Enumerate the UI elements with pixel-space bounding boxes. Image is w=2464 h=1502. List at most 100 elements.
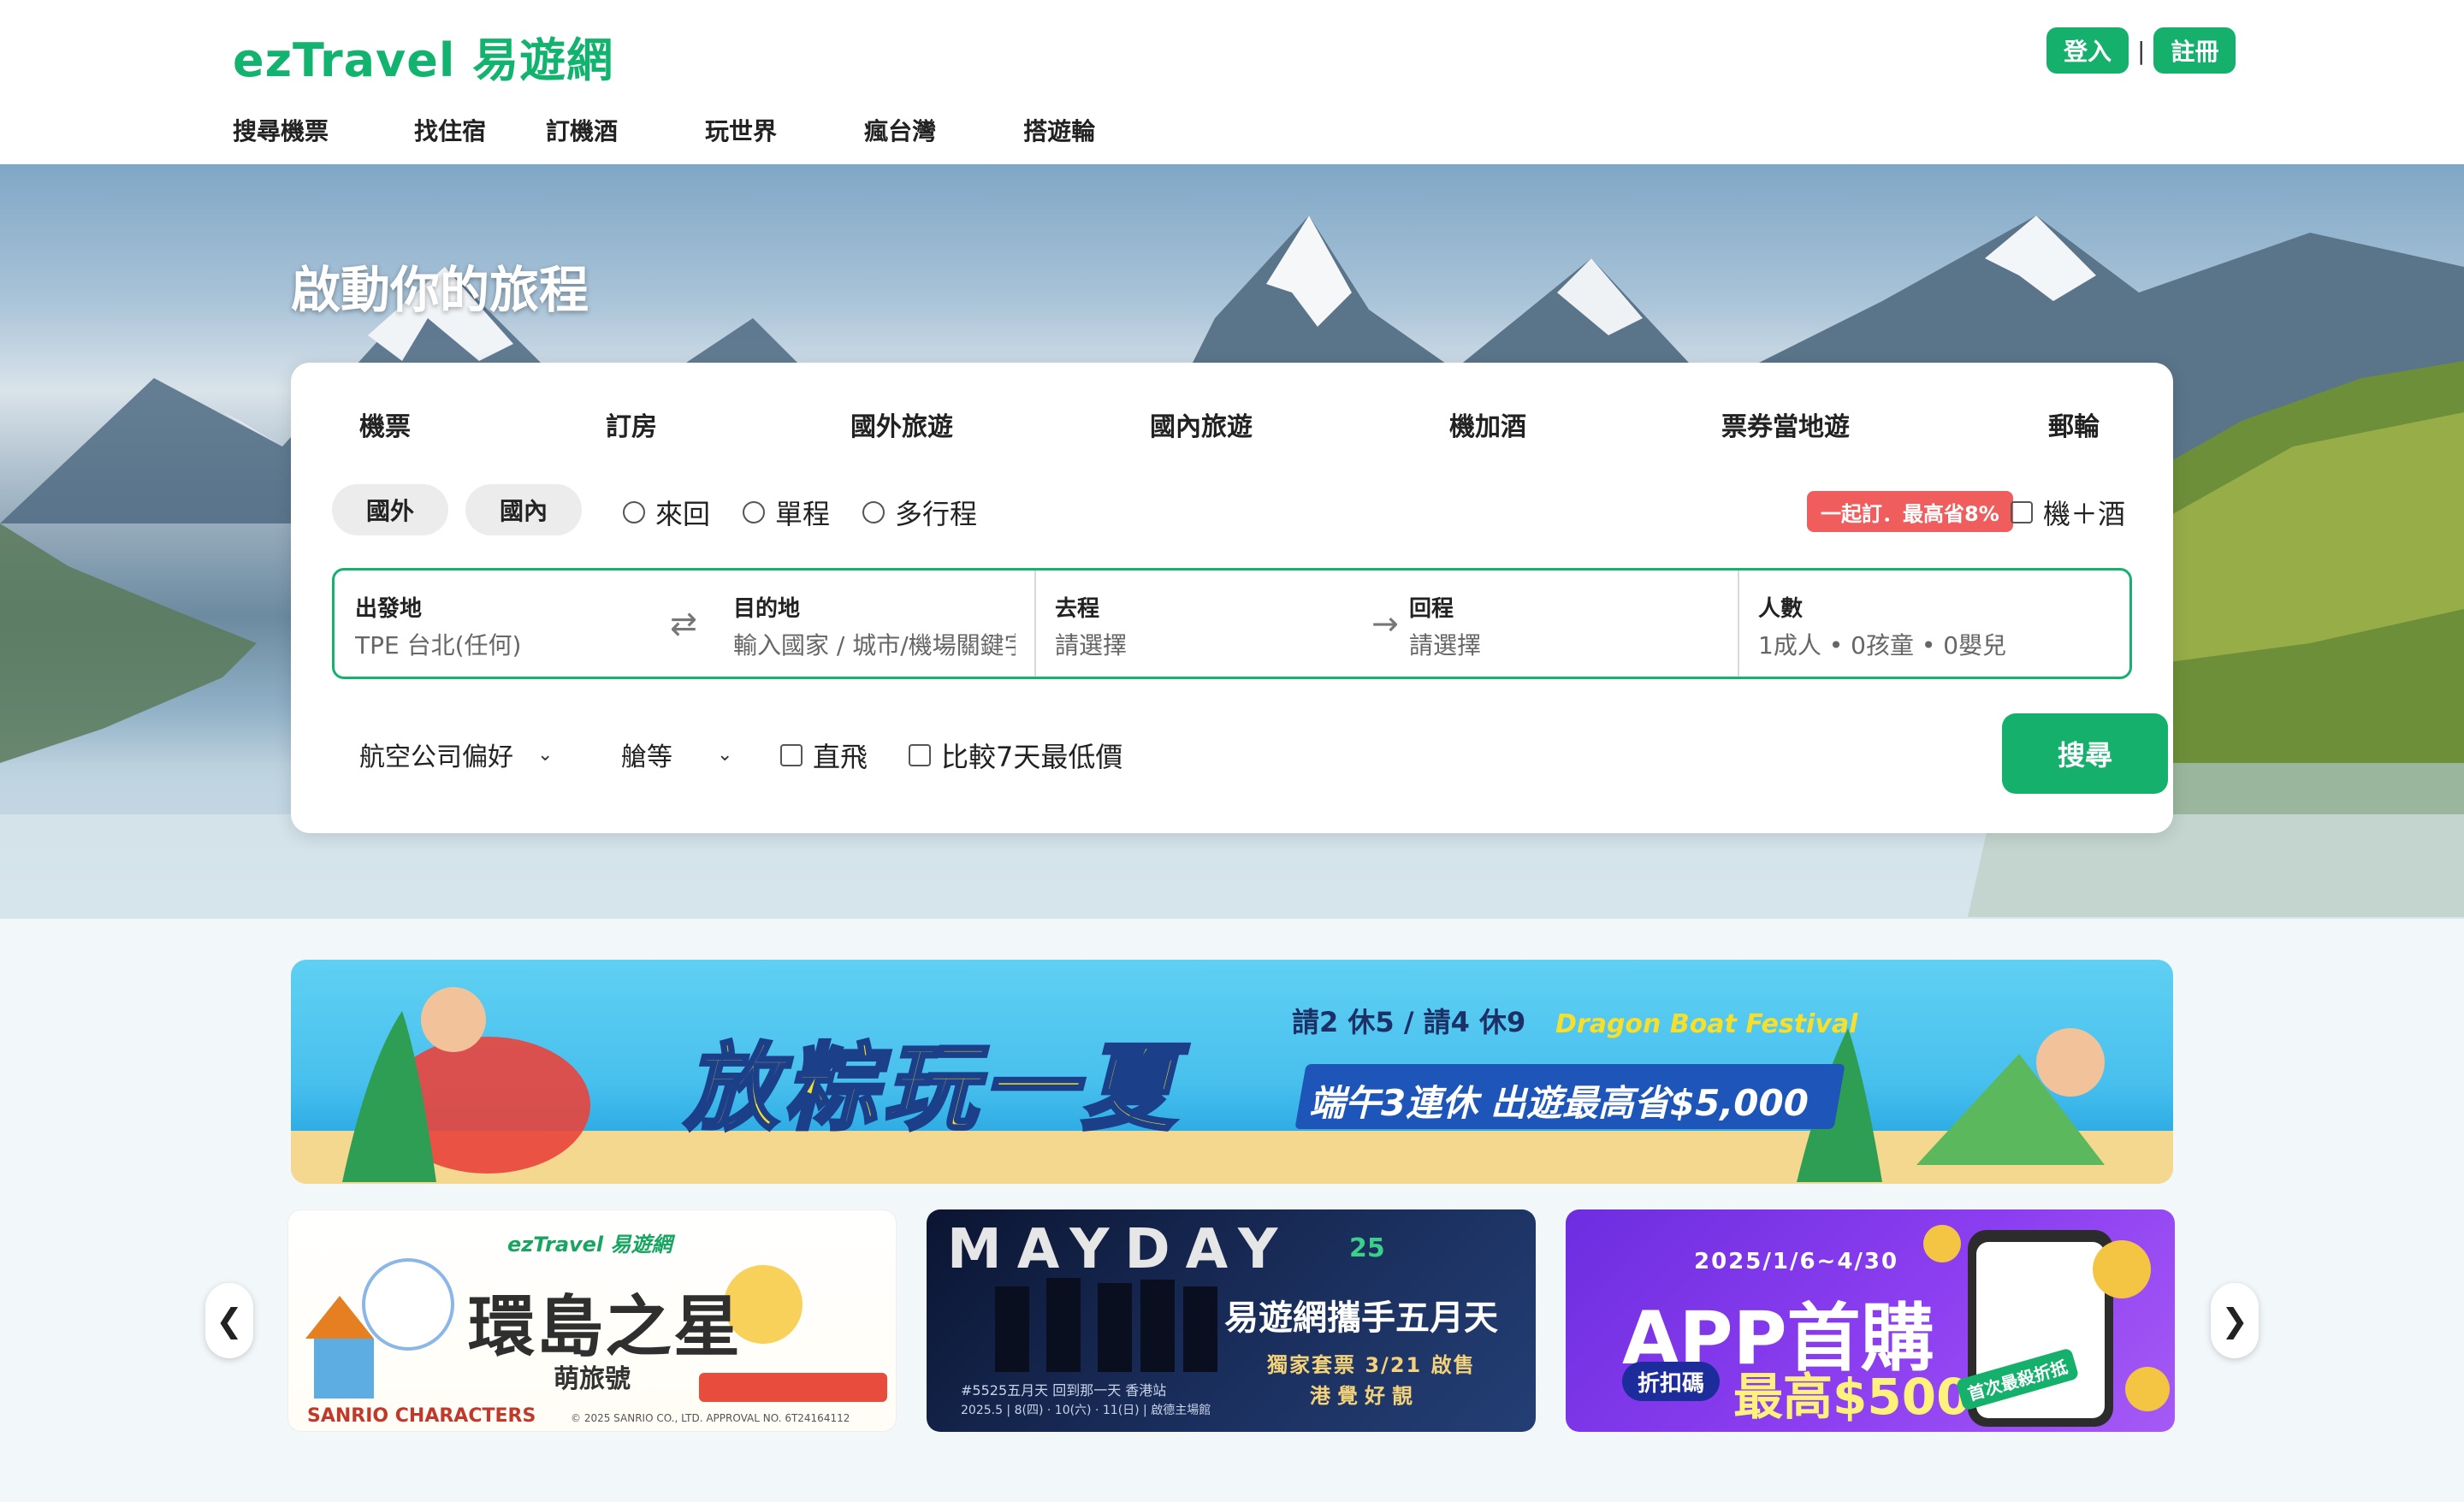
auth-actions: 登入 | 註冊 xyxy=(2046,27,2236,74)
login-button[interactable]: 登入 xyxy=(2046,27,2129,74)
checkbox-icon xyxy=(2011,501,2033,523)
chevron-down-icon: ⌄ xyxy=(537,743,554,766)
card1-title: 環島之星 xyxy=(468,1289,743,1366)
destination-placeholder: 輸入國家 / 城市/機場關鍵字 xyxy=(733,631,1016,659)
checkbox-icon xyxy=(780,744,803,766)
passengers-value: 1成人 • 0孩童 • 0嬰兒 xyxy=(1758,631,2007,659)
tab-flights[interactable]: 機票 xyxy=(359,405,411,443)
promo-card-app-first-purchase[interactable]: 2025/1/6~4/30 APP首購 折扣碼 最高$500 首次最殺折抵 xyxy=(1566,1209,2175,1432)
card1-subtitle: 萌旅號 xyxy=(554,1364,631,1394)
hero-title: 啟動你的旅程 xyxy=(291,261,589,319)
search-fields: 出發地 TPE 台北(任何) ⇄ 目的地 輸入國家 / 城市/機場關鍵字 去程 … xyxy=(332,568,2132,679)
carousel-next-button[interactable]: ❯ xyxy=(2211,1283,2259,1358)
compare-7-days-label: 比較7天最低價 xyxy=(941,741,1123,773)
return-date-field[interactable]: 回程 請選擇 xyxy=(1409,571,1700,677)
auth-separator: | xyxy=(2137,36,2146,65)
depart-value: 請選擇 xyxy=(1055,631,1128,659)
banner-strip-text: 端午3連休 出遊最高省$5,000 xyxy=(1309,1082,1809,1124)
chevron-down-icon: ⌄ xyxy=(717,743,733,766)
field-divider xyxy=(1738,571,1739,677)
compare-7-days-checkbox[interactable]: 比較7天最低價 xyxy=(909,736,1122,775)
tab-hotels[interactable]: 訂房 xyxy=(606,405,657,443)
card1-sanrio: SANRIO CHARACTERS xyxy=(307,1405,536,1427)
checkbox-icon xyxy=(909,744,931,766)
register-button[interactable]: 註冊 xyxy=(2153,27,2236,74)
nav-world[interactable]: 玩世界 xyxy=(705,113,777,147)
origin-value: TPE 台北(任何) xyxy=(355,631,522,659)
trip-type-roundtrip[interactable]: 來回 xyxy=(623,493,710,532)
nav-cruise[interactable]: 搭遊輪 xyxy=(1023,113,1095,147)
cabin-class-dropdown[interactable]: 艙等 ⌄ xyxy=(621,736,732,773)
airline-preference-label: 航空公司偏好 xyxy=(359,742,513,772)
depart-date-field[interactable]: 去程 請選擇 xyxy=(1055,571,1346,677)
return-label: 回程 xyxy=(1409,596,1454,622)
nonstop-checkbox[interactable]: 直飛 xyxy=(780,736,868,775)
main-nav: 搜尋機票 找住宿 訂機酒 玩世界 瘋台灣 搭遊輪 xyxy=(233,113,1095,147)
origin-field[interactable]: 出發地 TPE 台北(任何) xyxy=(355,571,663,677)
trip-options-row: 國外 國內 來回 單程 多行程 一起訂．最高省8% 機＋酒 xyxy=(332,484,2137,535)
airline-preference-dropdown[interactable]: 航空公司偏好 ⌄ xyxy=(359,736,553,773)
card2-anniversary: 25 xyxy=(1349,1233,1385,1263)
card1-brand: ezTravel 易遊網 xyxy=(507,1233,672,1257)
tab-cruise[interactable]: 郵輪 xyxy=(2048,405,2100,443)
carousel-prev-button[interactable]: ❮ xyxy=(205,1283,253,1358)
search-card: 機票 訂房 國外旅遊 國內旅遊 機加酒 票券當地遊 郵輪 國外 國內 來回 單程… xyxy=(291,363,2173,833)
radio-icon xyxy=(862,501,885,523)
nav-taiwan[interactable]: 瘋台灣 xyxy=(864,113,936,147)
site-logo[interactable]: ezTravel 易遊網 xyxy=(233,22,613,90)
nav-hotels[interactable]: 找住宿 xyxy=(414,113,486,147)
passengers-field[interactable]: 人數 1成人 • 0孩童 • 0嬰兒 xyxy=(1758,571,2118,677)
region-pill-overseas[interactable]: 國外 xyxy=(332,484,448,535)
card3-code-badge: 折扣碼 xyxy=(1622,1362,1721,1401)
radio-icon xyxy=(623,501,645,523)
destination-field[interactable]: 目的地 輸入國家 / 城市/機場關鍵字 xyxy=(733,571,1024,677)
card2-mayday: MAYDAY xyxy=(947,1218,1294,1281)
tab-flight-hotel[interactable]: 機加酒 xyxy=(1449,405,1526,443)
nav-flights[interactable]: 搜尋機票 xyxy=(233,113,329,147)
dragon-boat-banner[interactable]: 放粽玩一夏 請2 休5 / 請4 休9 Dragon Boat Festival… xyxy=(291,960,2173,1184)
nav-flight-hotel[interactable]: 訂機酒 xyxy=(546,113,618,147)
origin-label: 出發地 xyxy=(355,596,423,622)
swap-icon[interactable]: ⇄ xyxy=(670,605,697,642)
tab-overseas-tours[interactable]: 國外旅遊 xyxy=(850,405,953,443)
tab-domestic-tours[interactable]: 國內旅遊 xyxy=(1150,405,1253,443)
hero-section: 啟動你的旅程 機票 訂房 國外旅遊 國內旅遊 機加酒 票券當地遊 郵輪 國外 國… xyxy=(0,164,2464,919)
trip-type-label: 單程 xyxy=(775,498,831,530)
site-header: ezTravel 易遊網 登入 | 註冊 搜尋機票 找住宿 訂機酒 玩世界 瘋台… xyxy=(0,0,2464,164)
banner-festival: Dragon Boat Festival xyxy=(1555,1009,1858,1039)
card2-title: 易遊網攜手五月天 xyxy=(1224,1298,1498,1338)
filter-row: 航空公司偏好 ⌄ 艙等 ⌄ 直飛 比較7天最低價 搜尋 xyxy=(332,713,2168,795)
banner-title: 放粽玩一夏 xyxy=(683,1032,1181,1144)
beach-illustration xyxy=(291,987,2173,1184)
card3-max: 最高$500 xyxy=(1733,1368,1971,1426)
card1-copyright: © 2025 SANRIO CO., LTD. APPROVAL NO. 6T2… xyxy=(571,1412,850,1424)
passengers-label: 人數 xyxy=(1758,596,1804,622)
card2-sub1: 獨家套票 3/21 啟售 xyxy=(1267,1353,1476,1377)
depart-label: 去程 xyxy=(1055,596,1100,622)
card2-sub2: 港覺好靚 xyxy=(1310,1384,1419,1408)
card2-foot2: 2025.5 | 8(四) · 10(六) · 11(日) | 啟德主場館 xyxy=(961,1404,1211,1417)
card2-foot1: #5525五月天 回到那一天 香港站 xyxy=(961,1382,1167,1399)
trip-type-multicity[interactable]: 多行程 xyxy=(862,493,977,532)
flight-hotel-checkbox[interactable]: 機＋酒 xyxy=(2011,493,2125,532)
trip-type-label: 多行程 xyxy=(895,498,978,530)
promo-card-mayday[interactable]: MAYDAY 25 易遊網攜手五月天 獨家套票 3/21 啟售 港覺好靚 #55… xyxy=(927,1209,1536,1432)
product-tabs: 機票 訂房 國外旅遊 國內旅遊 機加酒 票券當地遊 郵輪 xyxy=(291,405,2173,448)
region-pill-domestic[interactable]: 國內 xyxy=(465,484,582,535)
banner-holiday-line: 請2 休5 / 請4 休9 xyxy=(1292,1006,1526,1038)
radio-icon xyxy=(743,501,765,523)
promo-card-island-star[interactable]: ezTravel 易遊網 環島之星 萌旅號 SANRIO CHARACTERS … xyxy=(287,1209,897,1432)
card3-date: 2025/1/6~4/30 xyxy=(1694,1249,1899,1274)
tab-tickets[interactable]: 票券當地遊 xyxy=(1721,405,1850,443)
return-value: 請選擇 xyxy=(1409,631,1482,659)
arrow-right-icon: → xyxy=(1371,605,1399,642)
field-divider xyxy=(1034,571,1036,677)
flight-hotel-label: 機＋酒 xyxy=(2043,498,2126,530)
search-button[interactable]: 搜尋 xyxy=(2002,713,2168,794)
nonstop-label: 直飛 xyxy=(813,741,868,773)
cabin-class-label: 艙等 xyxy=(621,742,672,772)
trip-type-oneway[interactable]: 單程 xyxy=(743,493,830,532)
destination-label: 目的地 xyxy=(733,596,801,622)
trip-type-label: 來回 xyxy=(655,498,711,530)
promo-badge: 一起訂．最高省8% xyxy=(1807,491,2013,532)
